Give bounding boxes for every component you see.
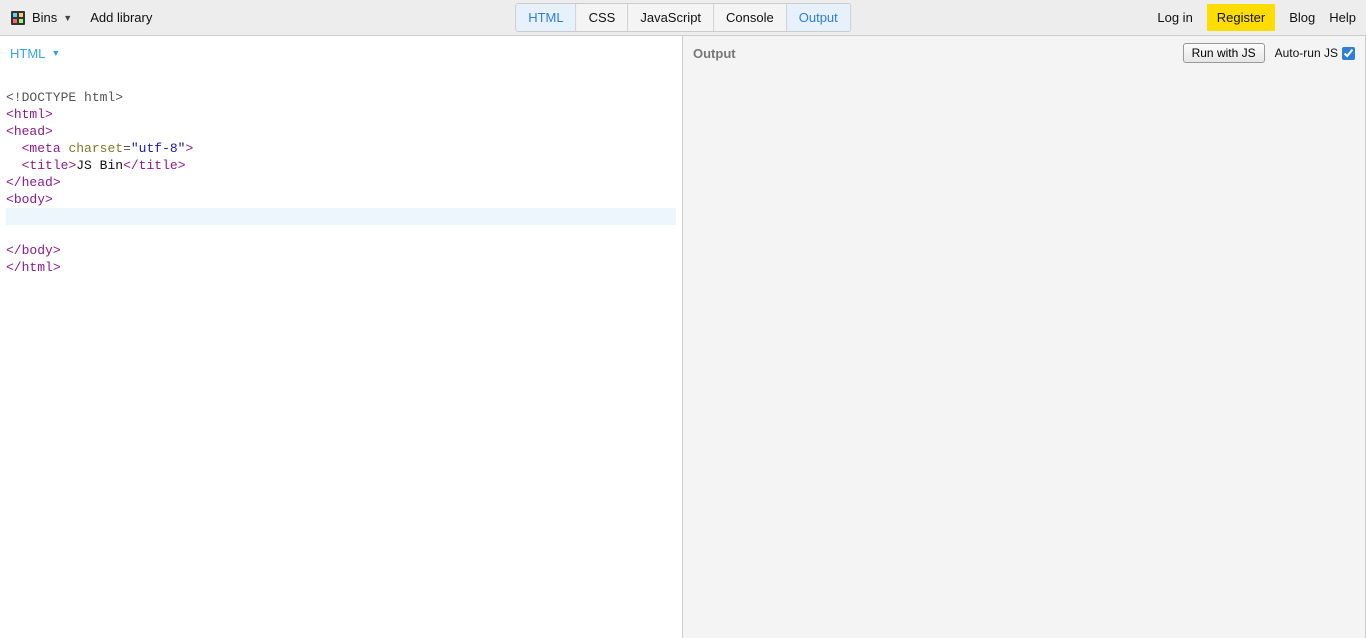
topbar-right: Log in Register Blog Help: [1157, 4, 1356, 31]
tab-css[interactable]: CSS: [577, 4, 629, 31]
code-cursor-line: [6, 208, 676, 225]
code-tag: html: [14, 107, 45, 122]
code-tag: head: [14, 124, 45, 139]
add-library-label: Add library: [90, 10, 152, 25]
html-panel-header: HTML ▼: [0, 36, 682, 70]
code-attr-val: "utf-8": [131, 141, 186, 156]
html-panel: HTML ▼ <!DOCTYPE html> <html> <head> <me…: [0, 36, 683, 638]
output-panel-actions: Run with JS Auto-run JS: [1183, 43, 1355, 63]
caret-down-icon: ▼: [51, 48, 60, 58]
autorun-toggle[interactable]: Auto-run JS: [1275, 46, 1355, 60]
bins-label: Bins: [32, 10, 57, 25]
code-tag: title: [139, 158, 178, 173]
code-attr: charset: [68, 141, 123, 156]
main-split: HTML ▼ <!DOCTYPE html> <html> <head> <me…: [0, 36, 1366, 638]
output-iframe-area: [683, 70, 1365, 638]
caret-down-icon: ▼: [63, 13, 72, 23]
code-text: JS Bin: [76, 158, 123, 173]
code-tag: html: [22, 260, 53, 275]
run-with-js-button[interactable]: Run with JS: [1183, 43, 1265, 63]
register-button[interactable]: Register: [1207, 4, 1275, 31]
html-panel-title-label: HTML: [10, 46, 45, 61]
tab-console[interactable]: Console: [714, 4, 787, 31]
tab-javascript[interactable]: JavaScript: [628, 4, 714, 31]
login-link[interactable]: Log in: [1157, 10, 1192, 25]
tab-output[interactable]: Output: [787, 4, 850, 31]
bins-menu-button[interactable]: Bins ▼: [10, 10, 72, 26]
code-editor[interactable]: <!DOCTYPE html> <html> <head> <meta char…: [0, 70, 682, 638]
topbar-left: Bins ▼ Add library: [10, 10, 152, 26]
code-tag: title: [29, 158, 68, 173]
topbar: Bins ▼ Add library HTML CSS JavaScript C…: [0, 0, 1366, 36]
output-panel: Output Run with JS Auto-run JS: [683, 36, 1366, 638]
output-panel-header: Output Run with JS Auto-run JS: [683, 36, 1365, 70]
code-doctype: <!DOCTYPE html>: [6, 90, 123, 105]
add-library-button[interactable]: Add library: [90, 10, 152, 25]
code-tag: body: [22, 243, 53, 258]
output-panel-title: Output: [693, 46, 736, 61]
panel-tabs: HTML CSS JavaScript Console Output: [515, 3, 851, 32]
blog-link[interactable]: Blog: [1289, 10, 1315, 25]
autorun-checkbox[interactable]: [1342, 47, 1355, 60]
help-link[interactable]: Help: [1329, 10, 1356, 25]
code-tag: head: [22, 175, 53, 190]
tab-html[interactable]: HTML: [516, 4, 576, 31]
code-tag: meta: [29, 141, 60, 156]
html-panel-title-button[interactable]: HTML ▼: [10, 46, 60, 61]
autorun-label: Auto-run JS: [1275, 46, 1338, 60]
code-tag: body: [14, 192, 45, 207]
jsbin-logo-icon: [10, 10, 26, 26]
